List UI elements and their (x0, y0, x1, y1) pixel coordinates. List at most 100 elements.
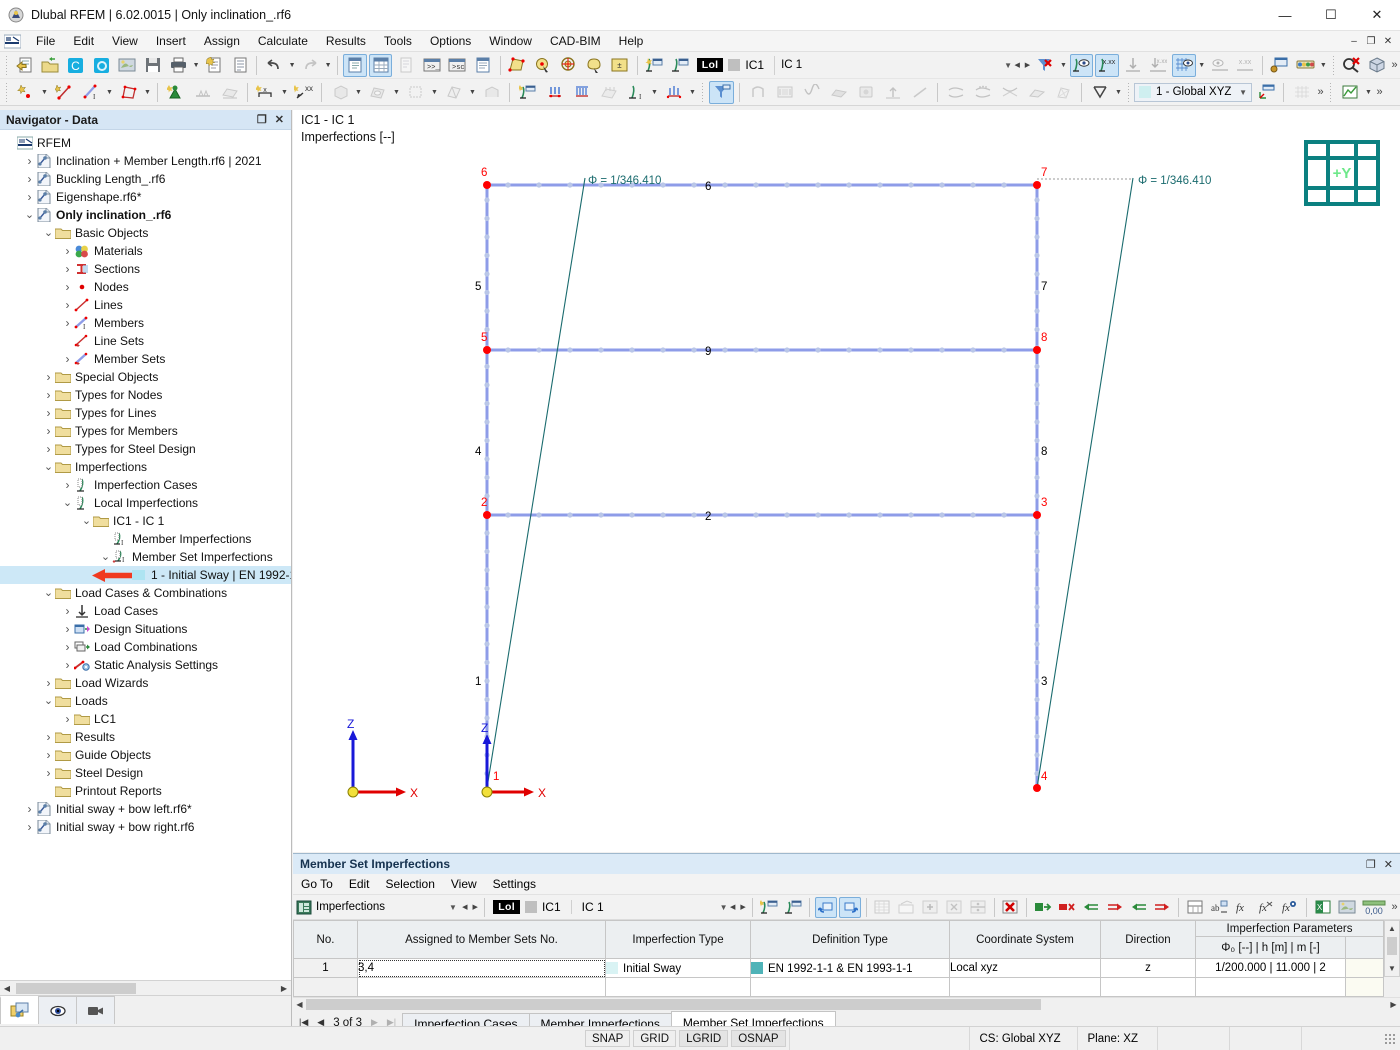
result-surface-button[interactable] (1024, 81, 1049, 104)
new-imperfection-case-button[interactable] (643, 54, 667, 77)
navigator-scroll-right-arrow[interactable]: ▶ (277, 984, 291, 993)
render-settings-button[interactable] (1294, 54, 1318, 77)
cloud-model-button[interactable] (90, 54, 114, 77)
toolbar-grip[interactable] (5, 55, 9, 75)
navigator-close-icon[interactable]: ✕ (275, 113, 284, 126)
results-table-dropdown-arrow[interactable]: ▼ (1363, 81, 1374, 104)
show-grid-dropdown-arrow[interactable]: ▼ (1197, 54, 1207, 77)
navigator-scroll-thumb[interactable] (16, 982, 136, 994)
doc-minimize-button[interactable]: – (1346, 33, 1362, 49)
cell-empty[interactable] (1344, 977, 1385, 997)
chevron-right-icon[interactable]: › (42, 386, 55, 404)
solid-results-button[interactable] (853, 81, 878, 104)
script-button[interactable]: >sc (446, 54, 470, 77)
menu-edit[interactable]: Edit (64, 31, 103, 51)
view-3d-button[interactable] (1365, 54, 1389, 77)
chevron-down-icon[interactable]: ⌄ (42, 584, 55, 602)
tree-item-types-for-lines[interactable]: › Types for Lines (0, 404, 291, 422)
table-case-chevron-down-icon[interactable]: ▼ (720, 903, 728, 912)
imperfection-assign-button[interactable]: I (623, 81, 648, 104)
chevron-right-icon[interactable]: › (42, 746, 55, 764)
status-grid-button[interactable]: GRID (633, 1030, 677, 1047)
tree-item-imperfection-cases[interactable]: › Imperfection Cases (0, 476, 291, 494)
new-imperfection-row-button[interactable] (758, 897, 780, 918)
console-button[interactable]: >>_ (420, 54, 444, 77)
new-line-button[interactable] (51, 81, 76, 104)
view-orientation-cube[interactable]: +Y (1302, 138, 1382, 208)
tree-item-member-imperfections[interactable]: I Member Imperfections (0, 530, 291, 548)
tree-item-materials[interactable]: › Materials (0, 242, 291, 260)
table-printout-button[interactable] (1336, 897, 1358, 918)
select-objects-button[interactable] (506, 54, 530, 77)
new-cutting-plane-button[interactable] (479, 81, 504, 104)
tree-item-loads[interactable]: ⌄ Loads (0, 692, 291, 710)
show-grid-button[interactable] (1171, 53, 1196, 77)
tree-item-initial-sway-bow-left-rf6[interactable]: › Initial sway + bow left.rf6* (0, 800, 291, 818)
tree-item-guide-objects[interactable]: › Guide Objects (0, 746, 291, 764)
chevron-right-icon[interactable]: › (61, 620, 74, 638)
menu-file[interactable]: File (27, 31, 64, 51)
new-rigid-link-button[interactable] (441, 81, 466, 104)
tree-item-initial-sway-bow-right-rf6[interactable]: › Initial sway + bow right.rf6 (0, 818, 291, 836)
cell-empty[interactable] (357, 977, 606, 997)
chevron-down-icon[interactable]: ⌄ (61, 494, 74, 512)
chevron-right-icon[interactable]: › (42, 674, 55, 692)
cell-definition-type[interactable]: EN 1992-1-1 & EN 1993-1-1 (750, 958, 950, 978)
table-move-right-button[interactable] (1104, 897, 1126, 918)
table-toolbar-overflow-button[interactable]: » (1389, 896, 1399, 919)
tree-item-load-cases[interactable]: › Load Cases (0, 602, 291, 620)
table-case-selector[interactable]: Lol IC1 IC 1 ▼ (493, 898, 728, 917)
table-formula-view-button[interactable]: fx (1280, 897, 1302, 918)
chevron-right-icon[interactable]: › (61, 710, 74, 728)
show-imperfection-values-button[interactable]: x.xx (1095, 53, 1119, 77)
tree-item-special-objects[interactable]: › Special Objects (0, 368, 291, 386)
toolbar2-grip-4[interactable] (1329, 82, 1333, 102)
mesh-settings-button[interactable] (1289, 81, 1314, 104)
tree-item-local-imperfections[interactable]: ⌄ Local Imperfections (0, 494, 291, 512)
report-list-button[interactable] (228, 54, 252, 77)
menu-tools[interactable]: Tools (375, 31, 421, 51)
new-member-button[interactable]: I (78, 81, 103, 104)
resize-grip[interactable] (1384, 1032, 1396, 1045)
chevron-down-icon[interactable]: ⌄ (42, 692, 55, 710)
menu-options[interactable]: Options (421, 31, 480, 51)
chevron-right-icon[interactable]: › (23, 800, 36, 818)
cell-direction[interactable]: z (1100, 958, 1196, 978)
new-nodal-release-dropdown-arrow[interactable]: ▼ (279, 81, 290, 104)
tree-item-ic1-ic-1[interactable]: ⌄ IC1 - IC 1 (0, 512, 291, 530)
cell-empty[interactable] (293, 977, 358, 997)
table-scroll-up-arrow[interactable]: ▲ (1385, 921, 1399, 936)
nodal-load-button[interactable] (542, 81, 567, 104)
table-diagram-button[interactable] (895, 897, 917, 918)
new-node-dropdown-arrow[interactable]: ▼ (39, 81, 50, 104)
surface-results-button[interactable] (826, 81, 851, 104)
model-viewport[interactable]: IC1 - IC 1 Imperfections [--] 6 7 5 8 2 … (293, 110, 1400, 852)
status-osnap-button[interactable]: OSNAP (731, 1030, 786, 1047)
new-opening-button[interactable] (365, 81, 390, 104)
new-surface-support-button[interactable] (217, 81, 242, 104)
cell-coordinate-system[interactable]: Local xyz (949, 958, 1101, 978)
tree-item-steel-design[interactable]: › Steel Design (0, 764, 291, 782)
table-row[interactable]: 1 3,4 Initial Sway EN 1992-1-1 & EN 1993-1-… (293, 958, 1385, 978)
tree-item-results[interactable]: › Results (0, 728, 291, 746)
chevron-right-icon[interactable]: › (61, 638, 74, 656)
table-scroll-right-arrow[interactable]: ▶ (1387, 1000, 1400, 1009)
chevron-down-icon[interactable]: ⌄ (80, 512, 93, 530)
support-reactions-button[interactable] (880, 81, 905, 104)
new-opening-dropdown-arrow[interactable]: ▼ (391, 81, 402, 104)
table-category-next-button[interactable]: ▶ (470, 896, 480, 919)
filter-button[interactable] (709, 80, 734, 104)
tree-item-load-combinations[interactable]: › Load Combinations (0, 638, 291, 656)
table-formula-button[interactable]: fx (1232, 897, 1254, 918)
maximize-button[interactable]: ☐ (1308, 0, 1354, 31)
new-member-dropdown-arrow[interactable]: ▼ (104, 81, 115, 104)
chevron-right-icon[interactable]: › (42, 728, 55, 746)
chevron-right-icon[interactable]: › (23, 188, 36, 206)
table-delete-row-button[interactable] (1000, 897, 1022, 918)
toolbar2-grip-3[interactable] (1127, 82, 1131, 102)
render-settings-dropdown-arrow[interactable]: ▼ (1318, 54, 1328, 77)
tree-item-static-analysis-settings[interactable]: › Static Analysis Settings (0, 656, 291, 674)
tree-item-eigenshape-rf6[interactable]: › Eigenshape.rf6* (0, 188, 291, 206)
table-category-chevron-down-icon[interactable]: ▼ (446, 903, 459, 912)
chevron-right-icon[interactable]: › (61, 476, 74, 494)
